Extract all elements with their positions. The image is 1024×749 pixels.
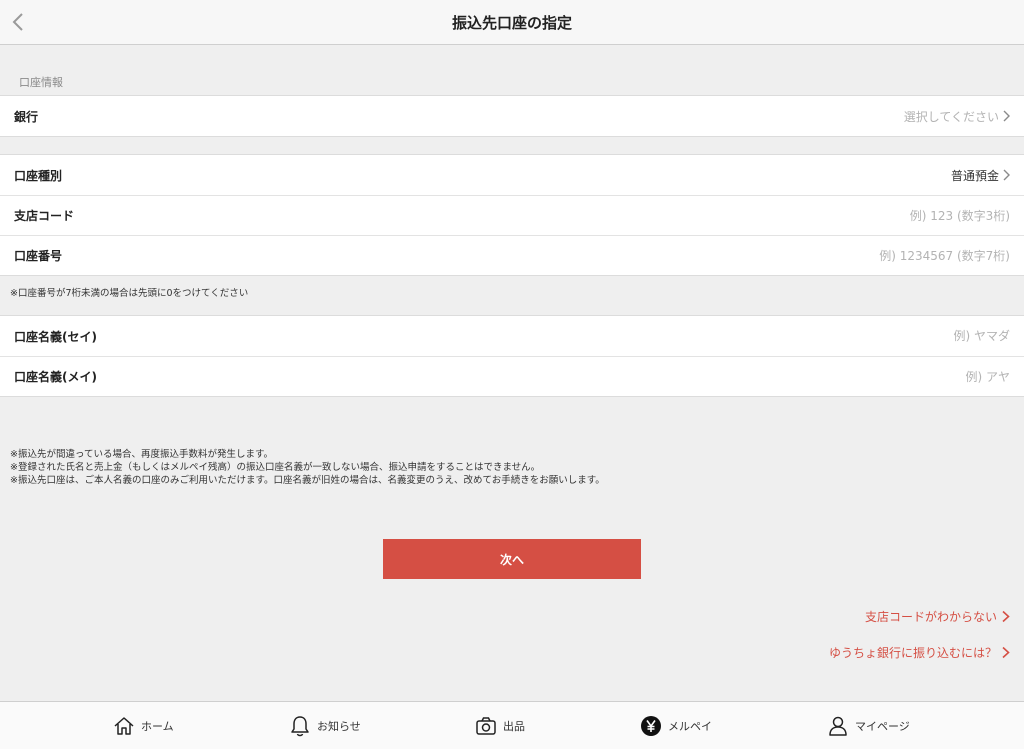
account-number-label: 口座番号 bbox=[14, 249, 63, 263]
branch-code-unknown-link[interactable]: 支店コードがわからない bbox=[865, 608, 1010, 625]
yucho-transfer-link[interactable]: ゆうちょ銀行に振り込むには？ bbox=[829, 644, 1010, 661]
account-number-note: ※口座番号が7桁未満の場合は先頭に0をつけてください bbox=[10, 288, 249, 299]
account-name-group: 口座名義(セイ) 口座名義(メイ) bbox=[0, 315, 1024, 397]
note-item: ※振込先が間違っている場合、再度振込手数料が発生します。 bbox=[10, 449, 274, 460]
person-icon bbox=[829, 716, 847, 736]
account-type-row[interactable]: 口座種別 普通預金 bbox=[0, 155, 1024, 195]
chevron-right-icon bbox=[1002, 646, 1010, 659]
bank-selector[interactable]: 選択してください bbox=[904, 96, 1010, 136]
name-sei-row: 口座名義(セイ) bbox=[0, 316, 1024, 356]
name-sei-label: 口座名義(セイ) bbox=[14, 329, 97, 344]
notes: ※振込先が間違っている場合、再度振込手数料が発生します。 ※登録された氏名と売上… bbox=[10, 448, 605, 487]
branch-code-unknown-label: 支店コードがわからない bbox=[864, 610, 997, 624]
navigation-bar: 振込先口座の指定 bbox=[0, 0, 1024, 45]
name-mei-input[interactable] bbox=[750, 370, 1010, 384]
bank-group: 銀行 選択してください bbox=[0, 95, 1024, 137]
page-title: 振込先口座の指定 bbox=[451, 13, 572, 32]
account-number-input[interactable] bbox=[750, 249, 1010, 263]
bell-icon bbox=[291, 715, 309, 736]
tab-mypage-label: マイページ bbox=[855, 719, 910, 733]
chevron-right-icon bbox=[1003, 169, 1010, 181]
tab-home-label: ホーム bbox=[141, 719, 174, 733]
name-mei-row: 口座名義(メイ) bbox=[0, 356, 1024, 396]
note-item: ※登録された氏名と売上金（もしくはメルペイ残高）の振込口座名義が一致しない場合、… bbox=[10, 462, 541, 473]
tab-notifications[interactable]: お知らせ bbox=[289, 702, 361, 749]
account-type-value: 普通預金 bbox=[950, 168, 999, 183]
tab-notifications-label: お知らせ bbox=[317, 719, 361, 733]
tab-mypage[interactable]: マイページ bbox=[827, 702, 910, 749]
branch-code-input[interactable] bbox=[750, 209, 1010, 223]
yen-icon bbox=[641, 715, 661, 736]
section-header-account-info: 口座情報 bbox=[19, 76, 63, 89]
tab-bar: ホーム お知らせ 出品 メルペイ マイページ bbox=[0, 701, 1024, 749]
chevron-right-icon bbox=[1003, 110, 1010, 122]
yucho-transfer-label: ゆうちょ銀行に振り込むには？ bbox=[828, 646, 997, 660]
bank-label: 銀行 bbox=[14, 109, 39, 124]
camera-icon bbox=[476, 716, 496, 735]
account-number-row: 口座番号 bbox=[0, 235, 1024, 275]
bank-row[interactable]: 銀行 選択してください bbox=[0, 96, 1024, 136]
account-type-label: 口座種別 bbox=[14, 168, 63, 183]
tab-home[interactable]: ホーム bbox=[113, 702, 174, 749]
tab-merpay-label: メルペイ bbox=[668, 719, 712, 733]
bank-placeholder: 選択してください bbox=[903, 109, 999, 124]
note-item: ※振込先口座は、ご本人名義の口座のみご利用いただけます。口座名義が旧姓の場合は、… bbox=[10, 475, 605, 486]
branch-code-label: 支店コード bbox=[14, 209, 75, 223]
account-type-selector[interactable]: 普通預金 bbox=[951, 155, 1010, 195]
name-sei-input[interactable] bbox=[750, 329, 1010, 343]
tab-listing-label: 出品 bbox=[503, 719, 525, 733]
tab-listing[interactable]: 出品 bbox=[475, 702, 525, 749]
back-chevron-icon[interactable] bbox=[8, 10, 30, 34]
account-details-group: 口座種別 普通預金 支店コード 口座番号 bbox=[0, 154, 1024, 276]
tab-merpay[interactable]: メルペイ bbox=[640, 702, 712, 749]
home-icon bbox=[114, 716, 134, 735]
chevron-right-icon bbox=[1002, 610, 1010, 623]
name-mei-label: 口座名義(メイ) bbox=[14, 370, 97, 384]
branch-code-row: 支店コード bbox=[0, 195, 1024, 235]
next-button[interactable]: 次へ bbox=[383, 539, 641, 579]
